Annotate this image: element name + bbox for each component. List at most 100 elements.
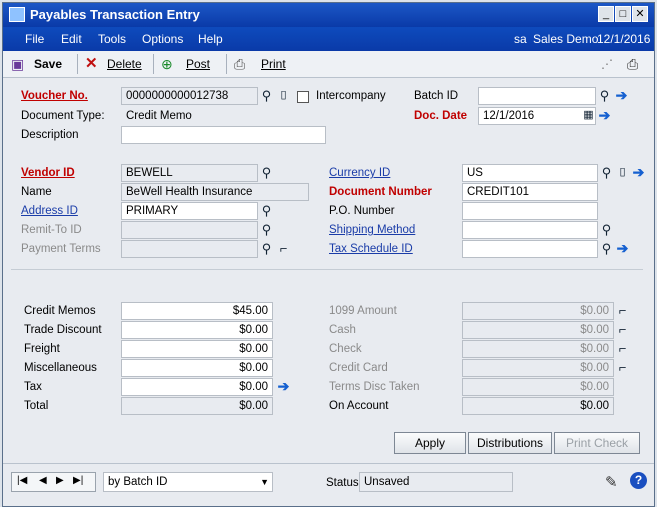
menu-file[interactable]: File (25, 32, 44, 46)
vendor-lookup-icon: ⚲ (261, 165, 272, 180)
voucher-lookup-icon[interactable]: ⚲ (258, 87, 275, 105)
previous-record-icon[interactable]: ◀ (39, 475, 47, 486)
currency-lookup-icon[interactable]: ⚲ (598, 164, 615, 182)
batch-id-field[interactable] (478, 87, 596, 105)
print-check-button[interactable]: Print Check (554, 432, 640, 454)
check-field: $0.00 (462, 340, 614, 358)
dropdown-arrow-icon[interactable]: ▼ (260, 473, 269, 491)
payment-terms-field (121, 240, 258, 258)
post-icon: ⊕ (161, 56, 173, 72)
voucher-no-field[interactable]: 0000000000012738 (121, 87, 258, 105)
vendor-id-label[interactable]: Vendor ID (21, 167, 75, 179)
credit-card-label: Credit Card (329, 362, 388, 374)
1099-amount-field: $0.00 (462, 302, 614, 320)
remit-to-id-field (121, 221, 258, 239)
document-number-field[interactable]: CREDIT101 (462, 183, 598, 201)
1099-amount-label: 1099 Amount (329, 305, 397, 317)
sort-by-dropdown[interactable]: by Batch ID ▼ (103, 472, 273, 492)
address-lookup-icon[interactable]: ⚲ (258, 202, 275, 220)
title-bar: Payables Transaction Entry _ □ ✕ (3, 3, 654, 27)
next-record-icon[interactable]: ▶ (56, 475, 64, 486)
toolbar-separator (226, 54, 227, 74)
payment-terms-expand-icon: ⌐ (279, 241, 288, 256)
app-icon (9, 7, 25, 22)
1099-expand-icon: ⌐ (618, 303, 627, 318)
credit-memos-label: Credit Memos (24, 305, 96, 317)
payables-transaction-entry-window: Payables Transaction Entry _ □ ✕ File Ed… (2, 2, 655, 507)
toolbar-separator (153, 54, 154, 74)
close-button[interactable]: ✕ (632, 6, 648, 22)
check-expand-icon: ⌐ (618, 341, 627, 356)
on-account-label: On Account (329, 400, 389, 412)
menu-edit[interactable]: Edit (61, 32, 82, 46)
remit-to-id-label: Remit-To ID (21, 224, 82, 236)
po-number-field[interactable] (462, 202, 598, 220)
terms-disc-taken-label: Terms Disc Taken (329, 381, 420, 393)
doc-date-label: Doc. Date (414, 110, 468, 122)
toolbar: ▣ Save ✕ Delete ⊕ Post ⎙ Print ⋰ ⎙ (3, 51, 654, 78)
payment-terms-label: Payment Terms (21, 243, 101, 255)
freight-field[interactable]: $0.00 (121, 340, 273, 358)
maximize-button[interactable]: □ (615, 6, 631, 22)
shipping-method-field[interactable] (462, 221, 598, 239)
address-id-label[interactable]: Address ID (21, 205, 78, 217)
post-button[interactable]: Post (186, 55, 210, 73)
delete-button[interactable]: Delete (107, 55, 142, 73)
remit-to-lookup-icon: ⚲ (261, 222, 272, 237)
doc-date-expand-icon[interactable]: ➔ (596, 107, 613, 125)
first-record-icon[interactable]: |◀ (17, 475, 27, 486)
minimize-button[interactable]: _ (598, 6, 614, 22)
save-button[interactable]: Save (34, 55, 62, 73)
payment-terms-lookup-icon: ⚲ (261, 241, 272, 256)
currency-id-label[interactable]: Currency ID (329, 167, 390, 179)
intercompany-label: Intercompany (316, 90, 386, 102)
tax-field[interactable]: $0.00 (121, 378, 273, 396)
menu-tools[interactable]: Tools (98, 32, 126, 46)
address-id-field[interactable]: PRIMARY (121, 202, 258, 220)
intercompany-checkbox[interactable] (297, 91, 309, 103)
status-label: Status (326, 477, 359, 489)
tax-schedule-lookup-icon[interactable]: ⚲ (598, 240, 615, 258)
calendar-icon[interactable]: ▦ (580, 107, 597, 125)
tax-schedule-id-field[interactable] (462, 240, 598, 258)
description-field[interactable] (121, 126, 326, 144)
shipping-method-label[interactable]: Shipping Method (329, 224, 415, 236)
distributions-button[interactable]: Distributions (468, 432, 552, 454)
miscellaneous-field[interactable]: $0.00 (121, 359, 273, 377)
currency-id-field[interactable]: US (462, 164, 598, 182)
menu-help[interactable]: Help (198, 32, 223, 46)
note-icon[interactable]: ✎ (605, 473, 618, 491)
save-icon: ▣ (11, 56, 25, 72)
tax-schedule-id-label[interactable]: Tax Schedule ID (329, 243, 413, 255)
batch-expand-icon[interactable]: ➔ (613, 87, 630, 105)
menu-options[interactable]: Options (142, 32, 183, 46)
trade-discount-field[interactable]: $0.00 (121, 321, 273, 339)
last-record-icon[interactable]: ▶| (73, 475, 83, 486)
doc-date-field[interactable]: 12/1/2016 (478, 107, 596, 125)
print-button[interactable]: Print (261, 55, 286, 73)
tax-expand-icon[interactable]: ➔ (275, 378, 292, 396)
currency-new-icon[interactable]: ▯ (614, 164, 631, 182)
currency-expand-icon[interactable]: ➔ (630, 164, 647, 182)
miscellaneous-label: Miscellaneous (24, 362, 97, 374)
description-label: Description (21, 129, 79, 141)
cash-label: Cash (329, 324, 356, 336)
voucher-no-label[interactable]: Voucher No. (21, 90, 88, 102)
menu-bar: File Edit Tools Options Help sa Sales De… (3, 27, 654, 51)
window-links-icon[interactable]: ⋰ (601, 55, 613, 73)
status-bar: |◀ ◀ ▶ ▶| by Batch ID ▼ Status Unsaved ✎… (3, 463, 654, 504)
batch-lookup-icon[interactable]: ⚲ (596, 87, 613, 105)
batch-id-label: Batch ID (414, 90, 459, 102)
credit-memos-field[interactable]: $45.00 (121, 302, 273, 320)
help-icon[interactable]: ? (630, 472, 647, 489)
printer-icon[interactable]: ⎙ (627, 55, 638, 73)
sort-by-value: by Batch ID (108, 476, 168, 488)
document-number-label: Document Number (329, 186, 432, 198)
name-label: Name (21, 186, 52, 198)
shipping-lookup-icon[interactable]: ⚲ (598, 221, 615, 239)
tax-schedule-expand-icon[interactable]: ➔ (614, 240, 631, 258)
voucher-new-icon[interactable]: ▯ (275, 87, 292, 105)
delete-icon: ✕ (85, 55, 98, 72)
apply-button[interactable]: Apply (394, 432, 466, 454)
credit-card-field: $0.00 (462, 359, 614, 377)
